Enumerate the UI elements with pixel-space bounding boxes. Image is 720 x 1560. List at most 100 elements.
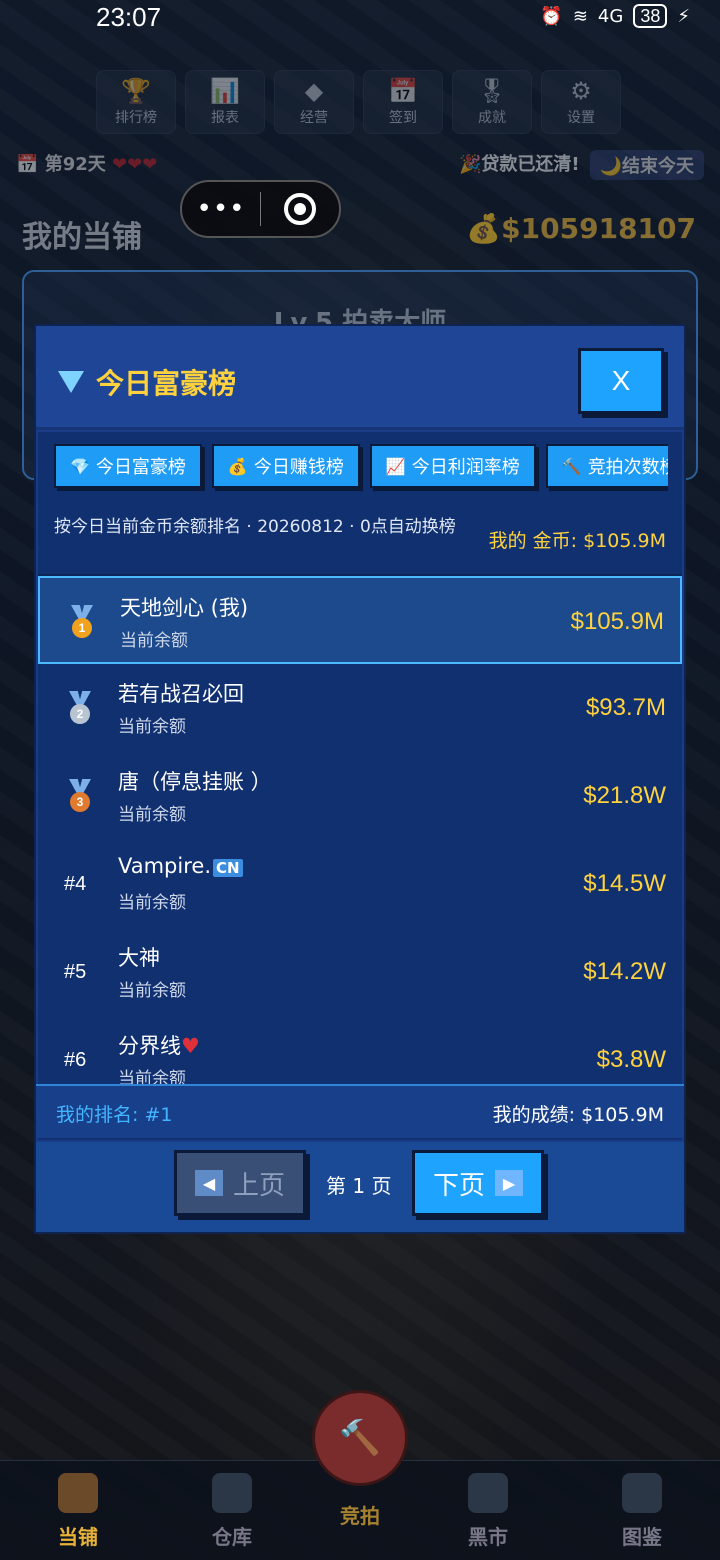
status-icons: ⏰ ≋ 4G 38 ⚡: [540, 4, 690, 28]
modal-body: 💎今日富豪榜 💰今日赚钱榜 📈今日利润率榜 🔨竞拍次数榜 按今日当前金币余额排名…: [38, 432, 682, 1140]
loan-label: 贷款已还清!: [481, 154, 580, 175]
tab-earnings[interactable]: 💰 今日赚钱榜: [211, 444, 360, 488]
chest-icon: [212, 1473, 252, 1513]
rank-number: #4: [64, 872, 87, 895]
heart-icon: ♥: [181, 1034, 200, 1058]
player-name: 天地剑心 (我): [120, 596, 249, 620]
tab-rich-list[interactable]: 💎 今日富豪榜: [54, 444, 202, 488]
network-label: 4G: [597, 5, 624, 27]
ranking-list[interactable]: 1 天地剑心 (我) 当前余额 $105.9M 2 若有战召必回 当前余额 $9…: [38, 574, 682, 1142]
nav-label: 排行榜: [115, 110, 157, 126]
nav-business[interactable]: ◆ 经营: [274, 70, 354, 134]
modal-title-text: 今日富豪榜: [96, 367, 237, 400]
nav-blackmarket[interactable]: 黑市: [428, 1473, 548, 1550]
leaderboard-tabs: 💎今日富豪榜 💰今日赚钱榜 📈今日利润率榜 🔨竞拍次数榜: [54, 444, 668, 492]
player-subtitle: 当前余额: [118, 981, 186, 1001]
cn-flag-badge: CN: [213, 859, 243, 877]
money-value: $105918107: [501, 212, 696, 245]
nav-checkin[interactable]: 📅 签到: [363, 70, 443, 134]
player-name-text: Vampire.: [118, 854, 211, 878]
table-row[interactable]: 1 天地剑心 (我) 当前余额 $105.9M: [38, 576, 682, 664]
nav-blackmarket-label: 黑市: [468, 1525, 508, 1549]
tab-label: 竞拍次数榜: [587, 457, 668, 478]
charging-icon: ⚡: [677, 5, 690, 27]
diamond-icon: 💎: [70, 456, 90, 476]
day-count: 第92天: [44, 154, 106, 175]
nav-shop[interactable]: 当铺: [18, 1473, 138, 1550]
nav-catalog[interactable]: 图鉴: [582, 1473, 702, 1550]
day-info: 📅 第92天 ❤❤❤: [16, 150, 157, 176]
wrench-icon: [468, 1473, 508, 1513]
book-icon: [622, 1473, 662, 1513]
table-row[interactable]: #4 Vampire. CN 当前余额 $14.5W: [38, 840, 682, 928]
moneybag-icon: 💰: [227, 456, 248, 476]
auction-button[interactable]: 🔨: [312, 1390, 408, 1486]
nav-label: 签到: [389, 110, 417, 126]
silver-medal-icon: 2: [66, 691, 94, 725]
player-name: 若有战召必回: [118, 682, 244, 706]
player-value: $14.2W: [583, 958, 666, 985]
moon-icon: 🌙: [599, 156, 622, 177]
gavel-icon: 🔨: [338, 1418, 382, 1458]
my-rank: 我的排名: #1: [56, 1104, 173, 1126]
end-day-button[interactable]: 🌙结束今天: [589, 150, 704, 180]
diamond-icon: [58, 371, 84, 393]
medal-icon: 🎖: [476, 77, 508, 105]
next-page-button[interactable]: 下页 ▶: [412, 1150, 544, 1216]
end-day-label: 结束今天: [622, 156, 694, 177]
prev-label: 上页: [232, 1170, 285, 1201]
table-row[interactable]: 3 唐（停息挂账 ） 当前余额 $21.8W: [38, 752, 682, 840]
status-bar: 23:07 ⏰ ≋ 4G 38 ⚡: [0, 0, 720, 34]
arrow-left-icon: ◀: [194, 1170, 223, 1196]
nav-label: 设置: [567, 110, 595, 126]
tab-label: 今日利润率榜: [411, 457, 520, 478]
party-icon: 🎉: [458, 154, 482, 175]
nav-warehouse[interactable]: 仓库: [172, 1473, 292, 1550]
player-name: 唐（停息挂账 ）: [118, 770, 272, 794]
calendar-icon: 📅: [388, 77, 418, 105]
nav-label: 成就: [478, 110, 506, 126]
day-row: 📅 第92天 ❤❤❤ 🎉贷款已还清! 🌙结束今天: [16, 150, 704, 180]
table-row[interactable]: #5 大神 当前余额 $14.2W: [38, 928, 682, 1016]
tab-label: 今日富豪榜: [95, 457, 186, 478]
nav-label: 报表: [211, 110, 239, 126]
leaderboard-description: 按今日当前金币余额排名 · 20260812 · 0点自动换榜: [54, 517, 456, 537]
nav-settings[interactable]: ⚙ 设置: [541, 70, 621, 134]
more-icon[interactable]: •••: [182, 194, 260, 224]
shop-icon: [58, 1473, 98, 1513]
top-nav: 🏆 排行榜 📊 报表 ◆ 经营 📅 签到 🎖 成就 ⚙ 设置: [96, 70, 621, 134]
loan-status: 🎉贷款已还清!: [459, 150, 580, 180]
close-button[interactable]: X: [578, 348, 664, 414]
nav-achievements[interactable]: 🎖 成就: [452, 70, 532, 134]
modal-title: 今日富豪榜: [58, 362, 236, 402]
table-row[interactable]: 2 若有战召必回 当前余额 $93.7M: [38, 664, 682, 752]
close-miniprogram-icon[interactable]: [261, 193, 339, 225]
battery-icon: 38: [633, 4, 668, 28]
prev-page-button[interactable]: ◀ 上页: [174, 1150, 306, 1216]
gear-icon: ⚙: [570, 77, 592, 105]
chart-icon: 📊: [210, 77, 240, 105]
player-value: $21.8W: [583, 782, 666, 809]
calendar-icon: 📅: [16, 154, 39, 175]
moneybag-icon: 💰: [466, 212, 502, 245]
rank-medal: 2: [64, 664, 120, 752]
player-subtitle: 当前余额: [118, 805, 186, 825]
player-name: 大神: [118, 946, 160, 970]
player-subtitle: 当前余额: [118, 893, 186, 913]
nav-leaderboard[interactable]: 🏆 排行榜: [96, 70, 176, 134]
nav-catalog-label: 图鉴: [622, 1525, 662, 1549]
nav-report[interactable]: 📊 报表: [185, 70, 265, 134]
player-name: 分界线♥: [118, 1030, 200, 1060]
modal-header: 今日富豪榜 X: [36, 326, 684, 430]
tab-profit-rate[interactable]: 📈 今日利润率榜: [369, 444, 536, 488]
rank-medal: 1: [66, 578, 122, 666]
shop-title: 我的当铺: [22, 220, 142, 255]
player-name-text: 分界线: [118, 1034, 181, 1058]
tab-auction-count[interactable]: 🔨竞拍次数榜: [545, 444, 668, 488]
status-time: 23:07: [96, 2, 162, 32]
nav-shop-label: 当铺: [58, 1525, 98, 1549]
tab-label: 今日赚钱榜: [253, 457, 344, 478]
rank-medal: 3: [64, 752, 120, 840]
diamond-icon: ◆: [304, 77, 324, 105]
next-label: 下页: [432, 1170, 485, 1201]
